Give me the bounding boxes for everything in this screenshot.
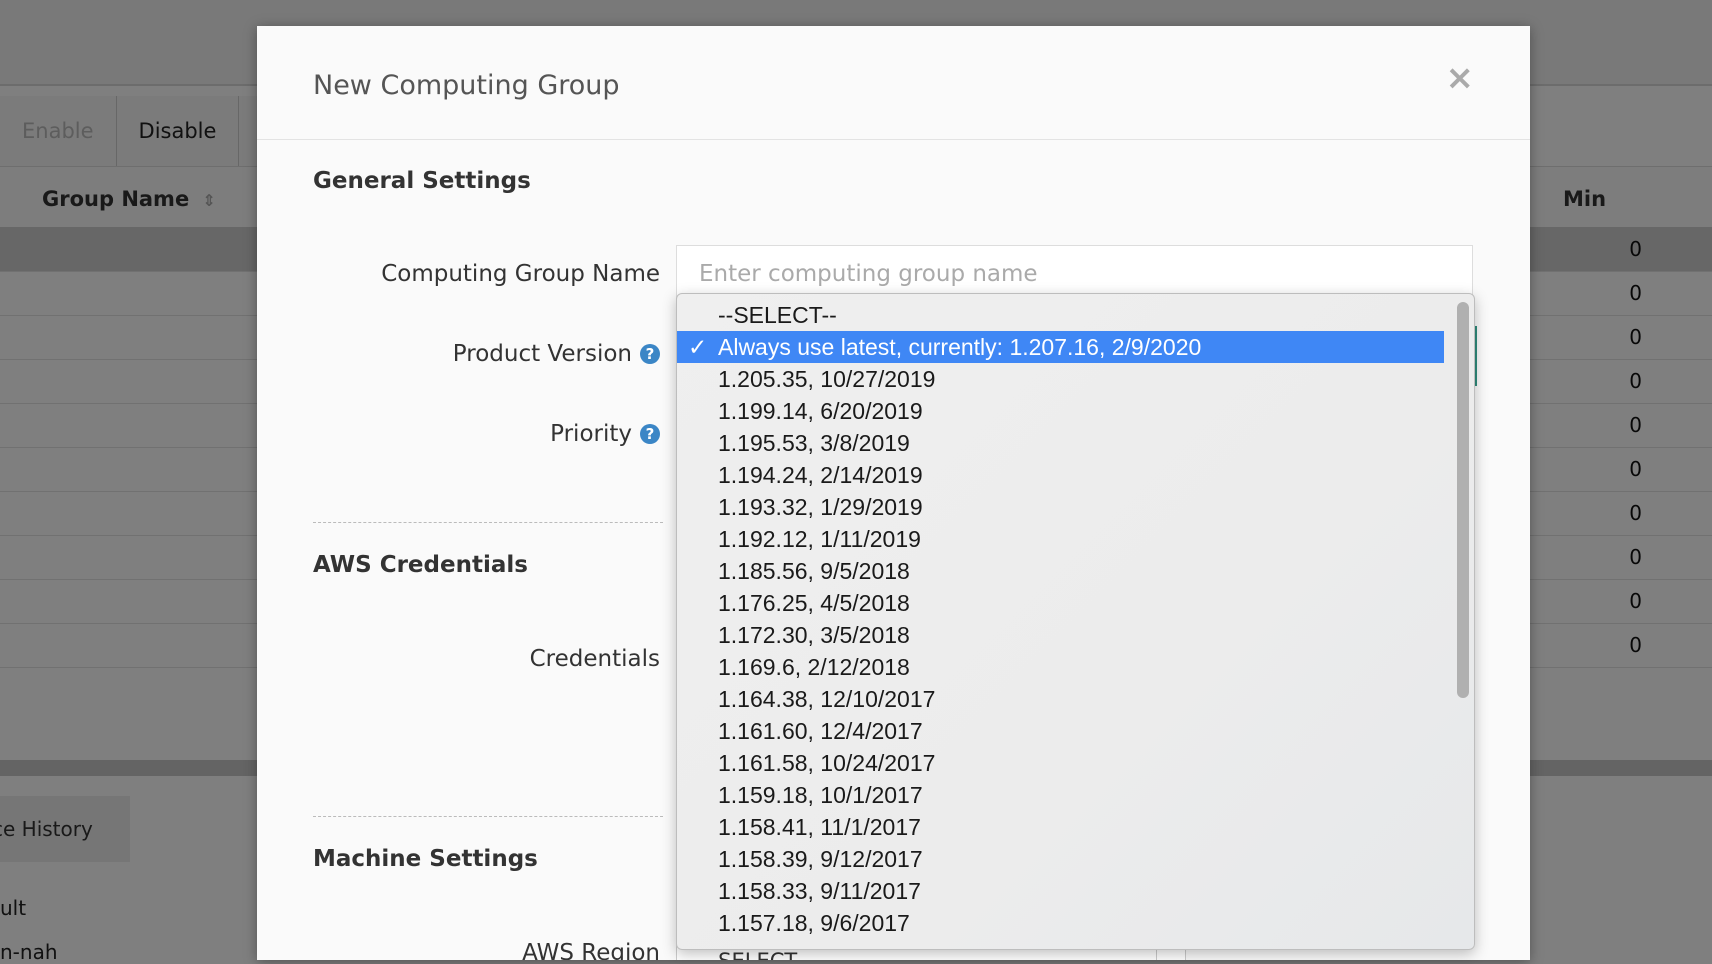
section-divider [313,522,663,523]
dropdown-option[interactable]: 1.157.18, 9/6/2017 [677,907,1444,939]
section-general-settings: General Settings [313,168,531,194]
option-label: 1.192.12, 1/11/2019 [718,526,921,552]
dropdown-option[interactable]: 1.194.24, 2/14/2019 [677,459,1444,491]
scrollbar-thumb[interactable] [1457,302,1469,698]
option-label: 1.159.18, 10/1/2017 [718,782,923,808]
help-icon[interactable]: ? [640,344,660,364]
dropdown-option[interactable]: 1.158.39, 9/12/2017 [677,843,1444,875]
option-label: 1.161.60, 12/4/2017 [718,718,923,744]
option-label: Always use latest, currently: 1.207.16, … [718,334,1202,360]
option-label: 1.158.33, 9/11/2017 [718,878,921,904]
dropdown-option[interactable]: 1.158.41, 11/1/2017 [677,811,1444,843]
product-version-dropdown[interactable]: --SELECT-- ✓ Always use latest, currently:… [676,293,1475,950]
product-version-label: Product Version? [453,341,660,367]
dropdown-option[interactable]: 1.192.12, 1/11/2019 [677,523,1444,555]
group-name-label: Computing Group Name [381,261,660,287]
dropdown-option[interactable]: 1.185.56, 9/5/2018 [677,555,1444,587]
option-label: 1.158.39, 9/12/2017 [718,846,923,872]
option-label: 1.195.53, 3/8/2019 [718,430,910,456]
dropdown-option[interactable]: 1.193.32, 1/29/2019 [677,491,1444,523]
option-label: 1.199.14, 6/20/2019 [718,398,923,424]
checkmark-icon: ✓ [688,334,708,360]
section-machine-settings: Machine Settings [313,846,538,872]
dropdown-option[interactable]: 1.205.35, 10/27/2019 [677,363,1444,395]
dropdown-option[interactable]: ✓ Always use latest, currently: 1.207.16,… [677,331,1444,363]
dropdown-option[interactable]: 1.169.6, 2/12/2018 [677,651,1444,683]
dropdown-option[interactable]: --SELECT-- [677,299,1444,331]
modal-title: New Computing Group [313,70,620,101]
dropdown-option[interactable]: 1.158.33, 9/11/2017 [677,875,1444,907]
option-label: 1.169.6, 2/12/2018 [718,654,910,680]
dropdown-option[interactable]: 1.172.30, 3/5/2018 [677,619,1444,651]
dropdown-option[interactable]: 1.161.60, 12/4/2017 [677,715,1444,747]
option-label: 1.164.38, 12/10/2017 [718,686,936,712]
dropdown-option[interactable]: 1.176.25, 4/5/2018 [677,587,1444,619]
dropdown-option[interactable]: 1.161.58, 10/24/2017 [677,747,1444,779]
option-label: 1.194.24, 2/14/2019 [718,462,923,488]
dropdown-option[interactable]: 1.195.53, 3/8/2019 [677,427,1444,459]
option-label: 1.161.58, 10/24/2017 [718,750,936,776]
option-label: --SELECT-- [718,302,837,328]
credentials-label: Credentials [529,646,660,672]
close-icon[interactable]: × [1446,58,1475,98]
option-label: 1.157.18, 9/6/2017 [718,910,910,936]
option-label: 1.185.56, 9/5/2018 [718,558,910,584]
help-icon[interactable]: ? [640,424,660,444]
option-label: 1.158.41, 11/1/2017 [718,814,921,840]
priority-label: Priority? [550,421,660,447]
option-label: 1.193.32, 1/29/2019 [718,494,923,520]
dropdown-option[interactable]: 1.164.38, 12/10/2017 [677,683,1444,715]
section-aws-credentials: AWS Credentials [313,552,528,578]
option-label: 1.176.25, 4/5/2018 [718,590,910,616]
dropdown-option[interactable]: 1.199.14, 6/20/2019 [677,395,1444,427]
aws-region-label: AWS Region [522,940,660,960]
section-divider [313,816,663,817]
option-label: 1.172.30, 3/5/2018 [718,622,910,648]
modal-header: New Computing Group × [257,26,1530,140]
dropdown-scrollbar[interactable] [1454,302,1470,942]
option-label: 1.205.35, 10/27/2019 [718,366,936,392]
dropdown-option[interactable]: 1.159.18, 10/1/2017 [677,779,1444,811]
